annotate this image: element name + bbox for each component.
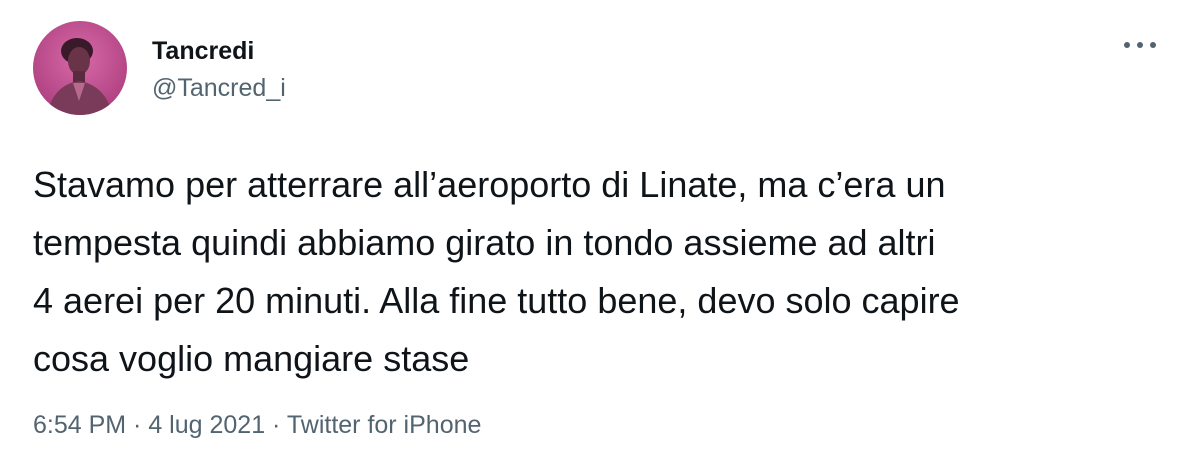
more-horizontal-icon <box>1124 42 1156 48</box>
meta-separator: · <box>126 411 149 439</box>
meta-separator: · <box>265 411 287 439</box>
tweet-date-link[interactable]: 4 lug 2021 <box>148 411 265 439</box>
author-name[interactable]: Tancredi <box>152 37 254 65</box>
more-options-button[interactable] <box>1120 30 1160 60</box>
tweet-meta: 6:54 PM · 4 lug 2021 · Twitter for iPhon… <box>33 410 481 440</box>
avatar-photo-icon <box>33 21 127 115</box>
tweet-text: Stavamo per atterrare all’aeroporto di L… <box>33 164 960 379</box>
author-handle[interactable]: @Tancred_i <box>152 74 286 102</box>
tweet-time-link[interactable]: 6:54 PM <box>33 411 126 439</box>
author-avatar[interactable] <box>33 21 127 115</box>
tweet-card: Tancredi @Tancred_i Stavamo per atterrar… <box>0 0 1195 468</box>
tweet-source-link[interactable]: Twitter for iPhone <box>287 411 482 439</box>
